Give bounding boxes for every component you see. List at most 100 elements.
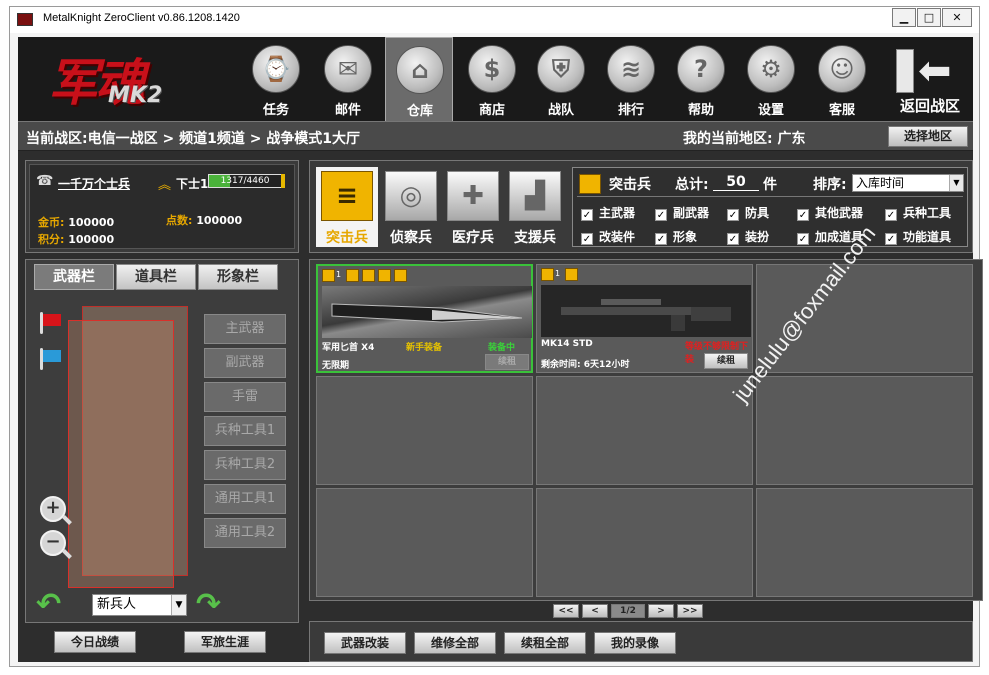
sort-select[interactable]: 入库时间 ▼ (852, 174, 964, 192)
player-name[interactable]: 一千万个士兵 (58, 175, 130, 192)
item-card[interactable]: 1 军用匕首 X4 新手装备 装备中 无限期 续租 (316, 264, 533, 373)
zoom-in-icon[interactable]: + (40, 496, 66, 522)
tab-appearance[interactable]: 形象栏 (198, 264, 278, 290)
rank-badge-icon (541, 268, 554, 281)
game-body: 军魂 MK2 ⌚ 任务 ✉ 邮件 ⌂ 仓库 $ 商店 ⛨ 战队 ≋ 排行 ? 帮… (18, 37, 983, 662)
envelope-icon: ✉ (324, 45, 372, 93)
close-button[interactable]: ✕ (942, 8, 972, 27)
zoom-out-icon[interactable]: − (40, 530, 66, 556)
filter-divider (577, 196, 963, 197)
slot-class-tool-2[interactable]: 兵种工具2 (204, 450, 286, 480)
gold-stat: 金币: 100000 (38, 214, 114, 230)
sort-label: 排序: (813, 177, 847, 193)
player-card: ☎ 一千万个士兵 ︽ 下士1 1317/4460 金币: 100000 点数: … (25, 160, 299, 253)
filter-function-item[interactable]: ✓ 功能道具 (885, 228, 951, 245)
slot-common-tool-1[interactable]: 通用工具1 (204, 484, 286, 514)
class-medic[interactable]: ✚ 医疗兵 (442, 167, 504, 247)
character-select[interactable]: 新兵人 ▼ (92, 594, 187, 616)
slot-class-tool-1[interactable]: 兵种工具1 (204, 416, 286, 446)
weapon-mod-button[interactable]: 武器改装 (324, 632, 406, 654)
filter-armor[interactable]: ✓ 防具 (727, 204, 769, 221)
breadcrumb-bar: 当前战区:电信一战区 > 频道1频道 > 战争模式1大厅 我的当前地区: 广东 … (18, 121, 973, 151)
equipment-slots: 主武器 副武器 手雷 兵种工具1 兵种工具2 通用工具1 通用工具2 (204, 314, 288, 552)
nav-label: 商店 (478, 103, 505, 118)
character-preview[interactable] (68, 306, 188, 588)
nav-label: 仓库 (406, 104, 433, 119)
renew-button[interactable]: 续租 (485, 354, 529, 370)
checkbox-checked-icon: ✓ (885, 209, 897, 221)
checkbox-checked-icon: ✓ (581, 233, 593, 245)
filter-other-weapon[interactable]: ✓ 其他武器 (797, 204, 863, 221)
tab-weapons[interactable]: 武器栏 (34, 264, 114, 290)
my-replays-button[interactable]: 我的录像 (594, 632, 676, 654)
checkbox-checked-icon: ✓ (885, 233, 897, 245)
compass-clock-icon: ⌚ (252, 45, 300, 93)
filter-appearance[interactable]: ✓ 形象 (655, 228, 697, 245)
class-assault[interactable]: ≡ 突击兵 (316, 167, 378, 247)
score-label: 积分: (38, 233, 65, 246)
action-bar: 武器改装 维修全部 续租全部 我的录像 (309, 621, 973, 662)
prev-page-button[interactable]: < (582, 604, 608, 618)
nav-label: 任务 (262, 103, 289, 118)
next-page-button[interactable]: > (648, 604, 674, 618)
item-card[interactable]: 1 MK14 STD 等级不够限制下装 剩余时间: 6天12小时 续租 (536, 264, 753, 373)
select-region-button[interactable]: 选择地区 (888, 126, 968, 147)
nav-support[interactable]: ☺ 客服 (808, 37, 876, 121)
chevron-down-icon: ▼ (171, 595, 186, 615)
score-value: 100000 (68, 233, 115, 246)
filter-primary-weapon[interactable]: ✓ 主武器 (581, 204, 635, 221)
exp-bar-cap (281, 174, 285, 188)
last-page-button[interactable]: >> (677, 604, 703, 618)
slot-primary-weapon[interactable]: 主武器 (204, 314, 286, 344)
maximize-button[interactable]: □ (917, 8, 941, 27)
checkbox-checked-icon: ✓ (655, 233, 667, 245)
inventory-panel: 武器栏 道具栏 形象栏 主武器 副武器 手雷 兵种工具1 兵种工具2 通用工具1 (25, 259, 299, 623)
back-to-zone-button[interactable]: ⬅ 返回战区 (890, 43, 970, 119)
repair-all-button[interactable]: 维修全部 (414, 632, 496, 654)
item-duration: 剩余时间: 6天12小时 (541, 360, 630, 370)
checkbox-checked-icon: ✓ (727, 233, 739, 245)
minimize-button[interactable]: ▁ (892, 8, 916, 27)
region-label: 我的当前地区: (683, 131, 773, 147)
filter-secondary-weapon[interactable]: ✓ 副武器 (655, 204, 709, 221)
nav-warehouse[interactable]: ⌂ 仓库 (385, 37, 453, 121)
filter-mod-part[interactable]: ✓ 改装件 (581, 228, 635, 245)
nav-label: 排行 (617, 103, 644, 118)
money-bag-icon: $ (468, 45, 516, 93)
item-tag: 新手装备 (406, 343, 443, 353)
slot-grenade[interactable]: 手雷 (204, 382, 286, 412)
blue-team-flag-icon[interactable] (40, 348, 61, 370)
list-icon (346, 269, 359, 282)
nav-tasks[interactable]: ⌚ 任务 (242, 37, 310, 121)
mk14-rifle-image (541, 285, 751, 337)
combat-knife-image (322, 286, 532, 338)
item-status: 装备中 (488, 343, 516, 353)
today-record-button[interactable]: 今日战绩 (54, 631, 136, 653)
first-page-button[interactable]: << (553, 604, 579, 618)
filter-class-tool[interactable]: ✓ 兵种工具 (885, 204, 951, 221)
top-nav: 军魂 MK2 ⌚ 任务 ✉ 邮件 ⌂ 仓库 $ 商店 ⛨ 战队 ≋ 排行 ? 帮… (18, 37, 973, 121)
career-button[interactable]: 军旅生涯 (184, 631, 266, 653)
title-bar[interactable]: MetalKnight ZeroClient v0.86.1208.1420 ▁… (10, 7, 979, 33)
nav-ranking[interactable]: ≋ 排行 (597, 37, 665, 121)
slot-common-tool-2[interactable]: 通用工具2 (204, 518, 286, 548)
rotate-right-icon[interactable]: ↷ (196, 590, 221, 620)
tab-items[interactable]: 道具栏 (116, 264, 196, 290)
item-name: 军用匕首 X4 (322, 343, 375, 353)
window-title: MetalKnight ZeroClient v0.86.1208.1420 (43, 12, 240, 24)
back-label: 返回战区 (899, 97, 960, 115)
nav-help[interactable]: ? 帮助 (667, 37, 735, 121)
filter-outfit[interactable]: ✓ 装扮 (727, 228, 769, 245)
class-recon[interactable]: ◎ 侦察兵 (380, 167, 442, 247)
nav-shop[interactable]: $ 商店 (458, 37, 526, 121)
renew-button[interactable]: 续租 (704, 353, 748, 369)
nav-mail[interactable]: ✉ 邮件 (314, 37, 382, 121)
rotate-left-icon[interactable]: ↶ (36, 590, 61, 620)
nav-settings[interactable]: ⚙ 设置 (737, 37, 805, 121)
slot-secondary-weapon[interactable]: 副武器 (204, 348, 286, 378)
knife-icon (331, 303, 523, 323)
renew-all-button[interactable]: 续租全部 (504, 632, 586, 654)
nav-team[interactable]: ⛨ 战队 (527, 37, 595, 121)
red-team-flag-icon[interactable] (40, 312, 61, 334)
class-support[interactable]: ▟ 支援兵 (504, 167, 566, 247)
